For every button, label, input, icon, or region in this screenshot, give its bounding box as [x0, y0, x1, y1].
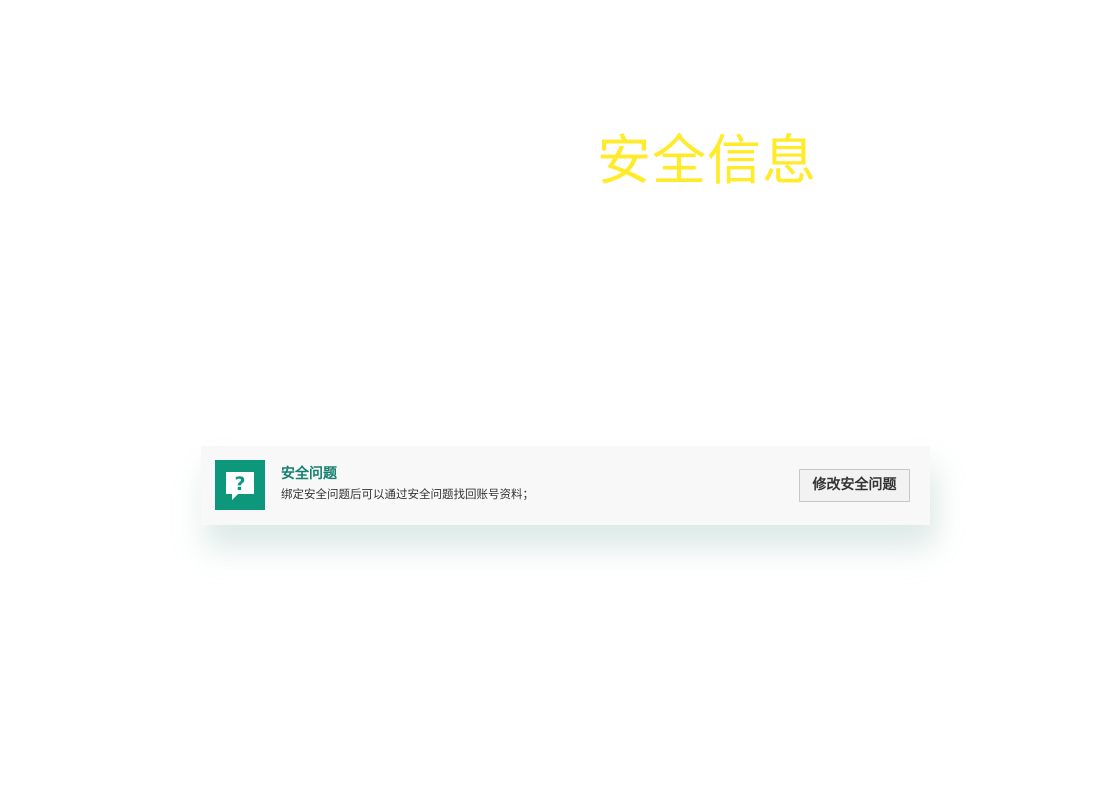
question-chat-icon: ?	[215, 460, 265, 510]
svg-text:?: ?	[234, 473, 245, 495]
security-question-card: ? 安全问题 绑定安全问题后可以通过安全问题找回账号资料； 修改安全问题	[201, 446, 930, 525]
security-info-page: 安全信息 ? 安全问题 绑定安全问题后可以通过安全问题找回账号资料； 修改安全问…	[0, 0, 1120, 800]
question-chat-icon-graphic: ?	[226, 472, 254, 500]
security-question-text: 安全问题 绑定安全问题后可以通过安全问题找回账号资料；	[281, 466, 534, 501]
modify-security-question-button[interactable]: 修改安全问题	[799, 469, 910, 502]
page-title: 安全信息	[597, 129, 817, 193]
security-question-description: 绑定安全问题后可以通过安全问题找回账号资料；	[281, 487, 534, 501]
security-question-title: 安全问题	[281, 466, 337, 482]
